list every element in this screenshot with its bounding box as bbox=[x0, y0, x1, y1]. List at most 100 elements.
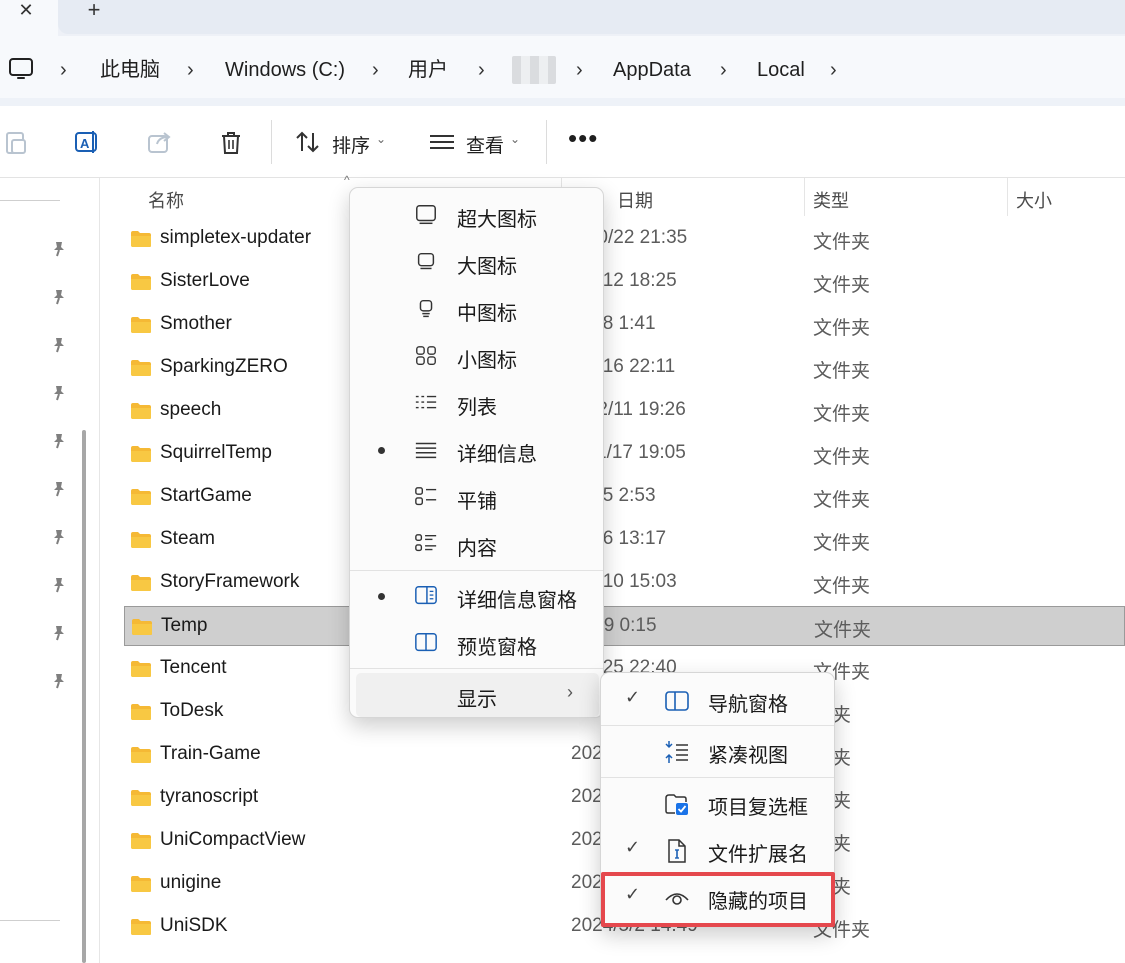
pin-icon[interactable] bbox=[50, 288, 68, 306]
pin-icon[interactable] bbox=[50, 336, 68, 354]
menu-item-item-checkboxes[interactable]: 项目复选框 bbox=[601, 780, 834, 826]
breadcrumb-chevron[interactable]: › bbox=[372, 57, 379, 83]
chevron-right-icon: › bbox=[567, 682, 573, 702]
file-name: SquirrelTemp bbox=[160, 442, 272, 463]
column-type[interactable]: 类型 bbox=[813, 187, 849, 213]
table-row[interactable]: simpletex-updater 4/10/22 21:35 文件夹 bbox=[124, 219, 1125, 259]
view-button[interactable]: 查看 bbox=[466, 131, 504, 158]
breadcrumb-chevron[interactable]: › bbox=[478, 57, 485, 83]
table-row[interactable]: speech 3/12/11 19:26 文件夹 bbox=[124, 391, 1125, 431]
breadcrumb-chevron[interactable]: › bbox=[576, 57, 583, 83]
pin-icon[interactable] bbox=[50, 480, 68, 498]
menu-item-label: 大图标 bbox=[457, 256, 517, 278]
file-date: 202 bbox=[571, 743, 603, 764]
divider bbox=[546, 120, 547, 164]
pin-icon[interactable] bbox=[50, 432, 68, 450]
breadcrumb-windows-c[interactable]: Windows (C:) bbox=[225, 56, 345, 84]
menu-item-details[interactable]: 详细信息 bbox=[356, 428, 599, 472]
more-options-button[interactable]: ••• bbox=[568, 125, 598, 151]
address-bar[interactable]: › 此电脑 › Windows (C:) › 用户 › › AppData › … bbox=[0, 36, 1125, 98]
folder-icon bbox=[131, 704, 151, 720]
breadcrumb-this-pc[interactable]: 此电脑 bbox=[100, 56, 160, 84]
menu-item-details-pane[interactable]: 详细信息窗格 bbox=[356, 574, 599, 618]
this-pc-icon[interactable] bbox=[8, 56, 34, 82]
menu-item-tiles[interactable]: 平铺 bbox=[356, 475, 599, 519]
chevron-down-icon[interactable]: ⌄ bbox=[376, 132, 386, 146]
preview-pane-icon bbox=[415, 633, 437, 652]
table-row[interactable]: SparkingZERO 5/1/16 22:11 文件夹 bbox=[124, 348, 1125, 388]
folder-icon bbox=[131, 317, 151, 333]
chevron-down-icon[interactable]: ⌄ bbox=[510, 132, 520, 146]
menu-item-label: 显示 bbox=[457, 689, 497, 711]
rename-icon[interactable]: A bbox=[73, 128, 101, 156]
table-row[interactable]: SisterLove 5/7/12 18:25 文件夹 bbox=[124, 262, 1125, 302]
folder-icon bbox=[131, 747, 151, 763]
pin-icon[interactable] bbox=[50, 528, 68, 546]
breadcrumb-local[interactable]: Local bbox=[757, 56, 805, 84]
menu-item-extra-larges-icon[interactable]: 超大图标 bbox=[356, 193, 599, 237]
navigation-pane-icon bbox=[665, 691, 689, 711]
pin-icon[interactable] bbox=[50, 576, 68, 594]
breadcrumb-users[interactable]: 用户 bbox=[408, 56, 448, 84]
menu-item-smalls-icon[interactable]: 小图标 bbox=[356, 334, 599, 378]
menu-item-navigation-pane[interactable]: ✓ 导航窗格 bbox=[601, 677, 834, 723]
menu-item-content[interactable]: 内容 bbox=[356, 522, 599, 566]
new-tab-button[interactable]: + bbox=[80, 0, 108, 23]
column-size[interactable]: 大小 bbox=[1016, 187, 1052, 213]
pin-icon[interactable] bbox=[50, 624, 68, 642]
table-row[interactable]: SquirrelTemp 4/11/17 19:05 文件夹 bbox=[124, 434, 1125, 474]
pin-icon[interactable] bbox=[50, 384, 68, 402]
tab-strip: ✕ + bbox=[0, 0, 1125, 36]
menu-item-mediums-icon[interactable]: 中图标 bbox=[356, 287, 599, 331]
share-icon[interactable] bbox=[146, 128, 174, 156]
menu-item-label: 小图标 bbox=[457, 350, 517, 372]
menu-item-preview-pane[interactable]: 预览窗格 bbox=[356, 621, 599, 665]
menu-item-label: 预览窗格 bbox=[457, 637, 537, 659]
sort-button[interactable]: 排序 bbox=[332, 131, 370, 158]
file-name: simpletex-updater bbox=[160, 227, 312, 248]
selected-dot-icon bbox=[378, 593, 385, 600]
file-name: unigine bbox=[160, 872, 222, 893]
file-name: Steam bbox=[160, 528, 215, 549]
table-row[interactable]: Temp 5/9/9 0:15 文件夹 bbox=[124, 606, 1125, 646]
file-name: speech bbox=[160, 399, 222, 420]
column-date[interactable]: 日期 bbox=[617, 187, 653, 213]
divider bbox=[601, 777, 834, 778]
column-name[interactable]: 名称 bbox=[148, 187, 184, 213]
breadcrumb-chevron[interactable]: › bbox=[830, 57, 837, 83]
details-icon bbox=[415, 442, 437, 459]
view-icon[interactable] bbox=[428, 128, 456, 156]
table-row[interactable]: Smother 4/8/8 1:41 文件夹 bbox=[124, 305, 1125, 345]
folder-icon bbox=[131, 403, 151, 419]
pin-icon[interactable] bbox=[50, 672, 68, 690]
delete-icon[interactable] bbox=[217, 128, 245, 156]
nav-scrollbar[interactable] bbox=[82, 430, 86, 963]
menu-item-show[interactable]: 显示 › bbox=[356, 673, 599, 717]
menu-item-label: 列表 bbox=[457, 397, 497, 419]
table-row[interactable]: StartGame 5/1/5 2:53 文件夹 bbox=[124, 477, 1125, 517]
menu-item-label: 紧凑视图 bbox=[708, 745, 788, 767]
menu-item-larges-icon[interactable]: 大图标 bbox=[356, 240, 599, 284]
file-type: 文件夹 bbox=[814, 620, 872, 641]
breadcrumb-chevron[interactable]: › bbox=[187, 57, 194, 83]
close-tab-icon[interactable]: ✕ bbox=[12, 0, 40, 22]
menu-item-file-extensions[interactable]: ✓ 文件扩展名 bbox=[601, 827, 834, 873]
table-row[interactable]: Steam 5/3/6 13:17 文件夹 bbox=[124, 520, 1125, 560]
breadcrumb-chevron[interactable]: › bbox=[60, 57, 67, 83]
divider[interactable] bbox=[804, 178, 805, 216]
table-row[interactable]: StoryFramework 5/2/10 15:03 文件夹 bbox=[124, 563, 1125, 603]
menu-item-list[interactable]: 列表 bbox=[356, 381, 599, 425]
folder-icon bbox=[131, 876, 151, 892]
pin-icon[interactable] bbox=[50, 240, 68, 258]
folder-icon bbox=[131, 919, 151, 935]
divider[interactable] bbox=[1007, 178, 1008, 216]
breadcrumb-chevron[interactable]: › bbox=[720, 57, 727, 83]
checkmark-icon: ✓ bbox=[625, 687, 641, 707]
paste-icon[interactable] bbox=[2, 128, 30, 156]
breadcrumb-appdata[interactable]: AppData bbox=[613, 56, 691, 84]
menu-item-label: 项目复选框 bbox=[708, 797, 808, 819]
blurred-user-name[interactable] bbox=[512, 56, 556, 84]
file-name: SparkingZERO bbox=[160, 356, 288, 377]
menu-item-compact-view[interactable]: 紧凑视图 bbox=[601, 728, 834, 774]
sort-icon[interactable] bbox=[294, 128, 322, 156]
